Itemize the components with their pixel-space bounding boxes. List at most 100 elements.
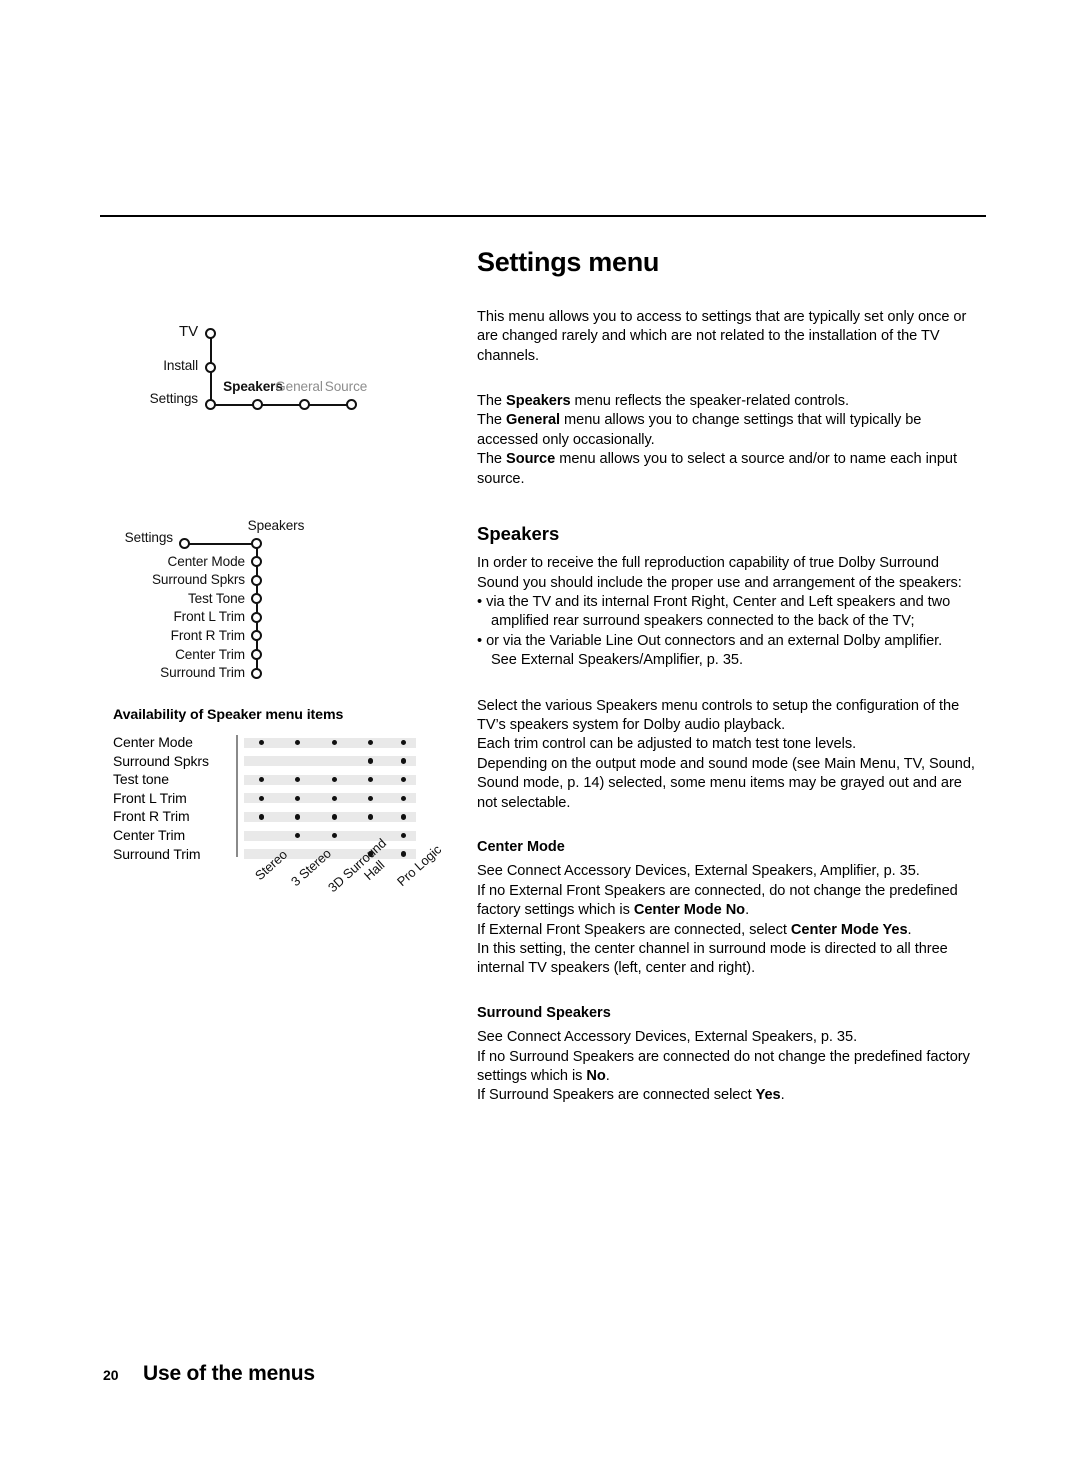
center-mode-line-1: See Connect Accessory Devices, External … [477,863,920,880]
center-mode-l2-post: . [745,902,750,919]
tree-edge-horizontal [184,542,256,545]
speakers-line-bold: Speakers [506,392,571,409]
tree-label-front-l-trim: Front L Trim [173,609,245,625]
matrix-row: Test tone [113,770,433,789]
source-menu-line: The Source menu allows you to select a s… [477,450,982,489]
matrix-cell-dot [367,758,373,764]
section-heading-speakers: Speakers [477,522,560,544]
matrix-row: Surround Spkrs [113,752,433,771]
center-mode-l3-bold: Center Mode Yes [790,921,908,938]
center-mode-line-4: In this setting, the center channel in s… [477,941,948,977]
tree-node-settings[interactable] [178,537,190,549]
matrix-cell-dot [331,814,337,820]
bullet-text-line2: See External Speakers/Amplifier, p. 35. [491,652,743,669]
nav-node-general[interactable] [298,398,310,410]
speakers-paragraph-2: Select the various Speakers menu control… [477,697,960,733]
matrix-cell-dot [400,814,406,820]
nav-node-tv[interactable] [204,327,216,339]
general-line-pre: The [477,412,507,429]
matrix-row-label: Front R Trim [113,808,190,825]
surround-speakers-line-1: See Connect Accessory Devices, External … [477,1029,858,1046]
footer-page-number: 20 [103,1367,119,1383]
nav-node-install[interactable] [204,361,216,373]
subsection-heading-center-mode: Center Mode [477,839,565,855]
matrix-row-bar [244,756,416,767]
nav-node-source[interactable] [345,398,357,410]
surround-l2-bold: No [586,1068,606,1085]
matrix-row-bar [244,811,416,822]
center-mode-l3-pre: If External Front Speakers are connected… [477,921,791,938]
surround-l2-pre: If no Surround Speakers are connected do… [477,1048,970,1085]
tree-label-surround-trim: Surround Trim [160,665,245,681]
tree-node-front-l-trim[interactable] [250,611,262,623]
availability-matrix-title: Availability of Speaker menu items [113,707,344,723]
surround-l2-post: . [605,1068,610,1085]
speakers-bullet-2: • or via the Variable Line Out connector… [477,632,982,671]
general-line-bold: General [506,412,561,429]
center-mode-line-2: If no External Front Speakers are connec… [477,882,982,921]
matrix-row: Front L Trim [113,789,433,808]
matrix-cell-dot [400,758,406,764]
nav-node-speakers[interactable] [251,398,263,410]
matrix-cell-dot [331,795,337,802]
bullet-marker: • [477,593,483,610]
intro-paragraph: This menu allows you to access to settin… [477,308,967,364]
tree-label-center-trim: Center Trim [175,646,245,662]
matrix-row-label: Test tone [113,771,169,788]
nav-node-settings[interactable] [204,398,216,410]
general-menu-line: The General menu allows you to change se… [477,411,982,450]
speakers-line-post: menu reflects the speaker-related contro… [570,392,850,409]
matrix-row-label: Center Trim [113,827,186,843]
tree-label-center-mode: Center Mode [167,553,246,569]
tree-node-surround-trim[interactable] [250,667,262,679]
matrix-row-bar [244,793,416,804]
bullet-marker: • [477,632,483,649]
page-footer: 20 Use of the menus [103,1362,315,1386]
tree-label-test-tone: Test Tone [187,590,245,606]
matrix-row: Front R Trim [113,807,433,826]
tree-node-center-trim[interactable] [250,649,262,660]
matrix-row: Center Mode [113,733,433,752]
surround-l3-pre: If Surround Speakers are connected selec… [477,1087,756,1104]
speakers-line-pre: The [477,392,507,409]
center-mode-l2-bold: Center Mode No [633,902,746,919]
matrix-cell-dot [367,795,373,802]
surround-speakers-line-2: If no Surround Speakers are connected do… [477,1048,982,1087]
source-line-pre: The [477,451,507,468]
speakers-menu-line: The Speakers menu reflects the speaker-r… [477,392,982,411]
matrix-cell-dot [258,814,264,820]
bullet-text-line2: amplified rear surround speakers connect… [491,613,915,630]
matrix-cell-dot [294,795,300,802]
center-mode-line-3: If External Front Speakers are connected… [477,921,982,940]
tree-node-front-r-trim[interactable] [250,630,262,642]
document-page: TV Install Settings Speakers General Sou… [0,0,1080,1480]
tree-node-surround-spkrs[interactable] [250,574,262,586]
matrix-cell-dot [367,814,373,820]
surround-l3-post: . [780,1087,785,1104]
main-content-column: Settings menu This menu allows you to ac… [477,247,982,1106]
tree-node-speakers[interactable] [250,537,262,549]
surround-l3-bold: Yes [755,1087,781,1104]
matrix-cell-dot [400,795,406,802]
source-line-bold: Source [506,451,556,468]
center-mode-l3-post: . [907,921,912,938]
matrix-row-bar [244,830,416,841]
tree-node-test-tone[interactable] [250,593,262,605]
matrix-row-label: Center Mode [113,734,193,750]
matrix-row-label: Surround Spkrs [113,752,209,769]
bullet-text-line1: or via the Variable Line Out connectors … [486,632,943,649]
matrix-row-label: Surround Trim [113,845,201,862]
tree-label-settings: Settings [124,530,173,545]
matrix-row-bar [244,737,416,748]
matrix-column-labels: Stereo 3 Stereo 3D Surround Hall Pro Logic [113,835,444,958]
tree-label-front-r-trim: Front R Trim [170,627,245,643]
page-title: Settings menu [477,247,660,277]
matrix-row-label: Front L Trim [113,789,187,806]
tree-node-center-mode[interactable] [250,556,262,567]
matrix-cell-dot [258,795,264,802]
